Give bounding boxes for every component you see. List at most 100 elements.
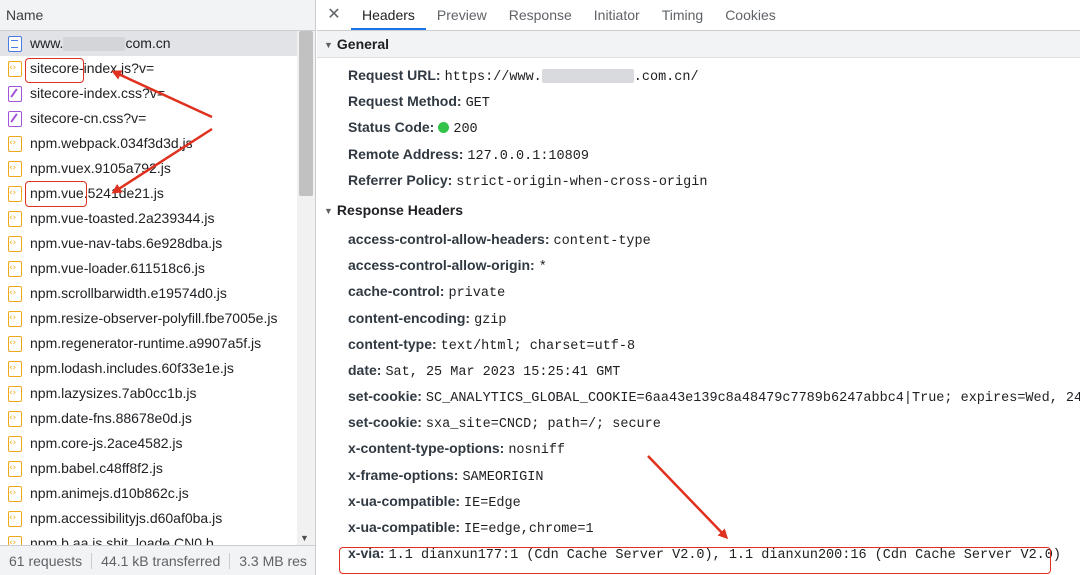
scrollbar-thumb[interactable]	[299, 31, 313, 196]
referrer-policy-label: Referrer Policy:	[348, 171, 453, 188]
request-row[interactable]: npm.lazysizes.7ab0cc1b.js	[0, 381, 297, 406]
request-row[interactable]: npm.vue.5241de21.js	[0, 181, 297, 206]
remote-address-row: Remote Address: 127.0.0.1:10809	[317, 141, 1080, 167]
request-row[interactable]: npm.core-js.2ace4582.js	[0, 431, 297, 456]
header-value[interactable]: content-type	[554, 234, 651, 249]
stylesheet-file-icon	[8, 85, 22, 102]
script-file-icon	[8, 381, 22, 406]
header-value[interactable]: SC_ANALYTICS_GLOBAL_COOKIE=6aa43e139c8a4…	[426, 391, 1080, 406]
tab-preview[interactable]: Preview	[426, 0, 498, 30]
response-header-row: set-cookie: SC_ANALYTICS_GLOBAL_COOKIE=6a…	[317, 383, 1080, 409]
request-row[interactable]: npm.scrollbarwidth.e19574d0.js	[0, 281, 297, 306]
request-row[interactable]: npm.vuex.9105a792.js	[0, 156, 297, 181]
tab-timing[interactable]: Timing	[651, 0, 715, 30]
request-row[interactable]: npm.date-fns.88678e0d.js	[0, 406, 297, 431]
request-url-suffix[interactable]: .com.cn/	[634, 70, 699, 85]
tab-initiator[interactable]: Initiator	[583, 0, 651, 30]
request-row[interactable]: npm.resize-observer-polyfill.fbe7005e.js	[0, 306, 297, 331]
status-code-label: Status Code:	[348, 119, 435, 136]
request-method-row: Request Method: GET	[317, 88, 1080, 114]
referrer-policy-value[interactable]: strict-origin-when-cross-origin	[456, 175, 707, 190]
resources-size: 3.3 MB res	[239, 552, 307, 569]
response-header-row: x-via: 1.1 dianxun177:1 (Cdn Cache Server…	[317, 540, 1080, 566]
request-name: npm.lazysizes.7ab0cc1b.js	[30, 385, 197, 401]
close-details-icon[interactable]: ✕	[317, 0, 351, 30]
request-row[interactable]: npm.vue-toasted.2a239344.js	[0, 206, 297, 231]
status-code-value[interactable]: 200	[453, 122, 477, 137]
scroll-down-arrow-icon[interactable]: ▼	[300, 533, 309, 543]
request-row[interactable]: npm.animejs.d10b862c.js	[0, 481, 297, 506]
request-details-pane: ✕ Headers Preview Response Initiator Tim…	[317, 0, 1080, 575]
header-name: set-cookie:	[348, 388, 422, 405]
header-value[interactable]: text/html; charset=utf-8	[441, 339, 635, 354]
header-name: x-frame-options:	[348, 466, 459, 483]
script-file-icon	[8, 456, 22, 481]
remote-address-value[interactable]: 127.0.0.1:10809	[467, 149, 589, 164]
script-file-icon	[8, 356, 22, 381]
request-method-value[interactable]: GET	[466, 96, 490, 111]
request-row[interactable]: www. com.cn	[0, 31, 297, 56]
request-row[interactable]: npm.vue-nav-tabs.6e928dba.js	[0, 231, 297, 256]
request-name: sitecore-index.css?v=	[30, 85, 166, 101]
request-row[interactable]: sitecore-cn.css?v=	[0, 106, 297, 131]
tab-headers[interactable]: Headers	[351, 0, 426, 30]
request-list-scrollbar[interactable]: ▼	[297, 31, 315, 545]
script-file-icon	[8, 431, 22, 456]
request-name: sitecore-cn.css?v=	[30, 110, 147, 126]
script-file-icon	[8, 481, 22, 506]
collapse-triangle-icon: ▼	[324, 205, 333, 216]
response-header-row: access-control-allow-origin: *	[317, 252, 1080, 278]
response-headers-section-header[interactable]: ▼ Response Headers	[317, 196, 1080, 224]
header-value[interactable]: sxa_site=CNCD; path=/; secure	[426, 417, 661, 432]
request-name: npm.vue-toasted.2a239344.js	[30, 210, 215, 226]
script-file-icon	[8, 156, 22, 181]
header-value[interactable]: Sat, 25 Mar 2023 15:25:41 GMT	[385, 365, 620, 380]
network-summary-bar: 61 requests 44.1 kB transferred 3.3 MB r…	[0, 545, 315, 575]
header-value[interactable]: IE=Edge	[464, 496, 521, 511]
request-row[interactable]: npm.babel.c48ff8f2.js	[0, 456, 297, 481]
header-value[interactable]: private	[448, 286, 505, 301]
header-value[interactable]: nosniff	[508, 443, 565, 458]
header-value[interactable]: SAMEORIGIN	[462, 470, 543, 485]
referrer-policy-row: Referrer Policy: strict-origin-when-cross…	[317, 167, 1080, 193]
request-name-prefix: www.	[30, 35, 64, 51]
request-row[interactable]: npm.regenerator-runtime.a9907a5f.js	[0, 331, 297, 356]
header-value[interactable]: *	[539, 260, 547, 275]
script-file-icon	[8, 506, 22, 531]
header-value[interactable]: IE=edge,chrome=1	[464, 522, 594, 537]
response-header-row: x-frame-options: SAMEORIGIN	[317, 462, 1080, 488]
tab-cookies[interactable]: Cookies	[714, 0, 787, 30]
script-file-icon	[8, 231, 22, 256]
request-name: npm.vue-loader.611518c6.js	[30, 260, 205, 276]
request-name-suffix: com.cn	[125, 35, 171, 51]
request-name: npm.core-js.2ace4582.js	[30, 435, 183, 451]
header-value[interactable]: 1.1 dianxun177:1 (Cdn Cache Server V2.0)…	[389, 548, 1061, 563]
request-url-label: Request URL:	[348, 67, 441, 83]
name-column-header[interactable]: Name	[0, 0, 315, 31]
document-file-icon	[8, 35, 22, 52]
request-row[interactable]: npm.webpack.034f3d3d.js	[0, 131, 297, 156]
request-row[interactable]: sitecore-index.css?v=	[0, 81, 297, 106]
script-file-icon	[8, 306, 22, 331]
header-value[interactable]: gzip	[474, 313, 506, 328]
redacted-domain	[541, 69, 634, 84]
request-row[interactable]: npm.vue-loader.611518c6.js	[0, 256, 297, 281]
request-name: npm.scrollbarwidth.e19574d0.js	[30, 285, 227, 301]
request-row[interactable]: sitecore-index.js?v=	[0, 56, 297, 81]
general-section-header[interactable]: ▼ General	[317, 31, 1080, 58]
request-row[interactable]: npm.accessibilityjs.d60af0ba.js	[0, 506, 297, 531]
response-headers-list: access-control-allow-headers: content-typ…	[317, 224, 1080, 566]
request-url-row: Request URL: https://www. .com.cn/	[317, 62, 1080, 88]
tab-response[interactable]: Response	[498, 0, 583, 30]
request-name: npm.animejs.d10b862c.js	[30, 485, 189, 501]
header-name: content-type:	[348, 335, 437, 352]
response-header-row: date: Sat, 25 Mar 2023 15:25:41 GMT	[317, 357, 1080, 383]
response-headers-title: Response Headers	[336, 201, 463, 218]
request-row[interactable]: npm.lodash.includes.60f33e1e.js	[0, 356, 297, 381]
header-name: set-cookie:	[348, 414, 422, 431]
header-name: x-content-type-options:	[348, 440, 505, 457]
response-header-row: cache-control: private	[317, 278, 1080, 304]
request-url-prefix[interactable]: https://www.	[445, 70, 542, 85]
general-section-title: General	[336, 36, 390, 52]
request-list: www. com.cn sitecore-index.js?v= sitecore-i…	[0, 31, 297, 556]
